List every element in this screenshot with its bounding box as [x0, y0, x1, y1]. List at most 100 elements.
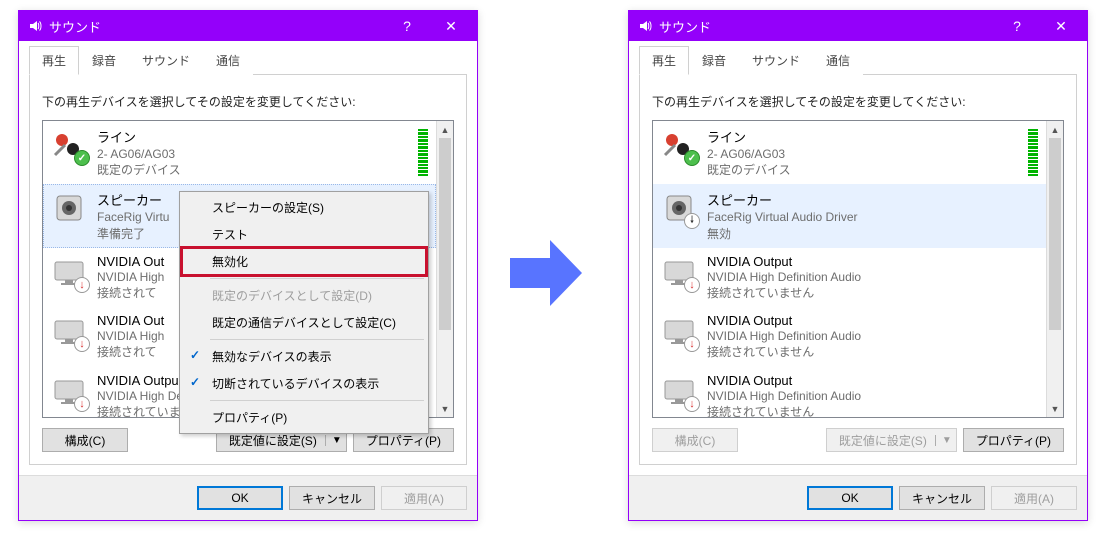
tab-strip: 再生 録音 サウンド 通信 [29, 45, 467, 75]
scroll-down-icon[interactable]: ▼ [437, 400, 453, 417]
device-subtitle: NVIDIA High Definition Audio [707, 328, 1038, 344]
unplugged-badge-icon [684, 336, 700, 352]
help-button[interactable]: ? [385, 12, 429, 40]
check-badge-icon [74, 150, 90, 166]
configure-button: 構成(C) [652, 428, 738, 452]
device-status: 接続されていません [707, 404, 1038, 417]
device-item[interactable]: NVIDIA OutputNVIDIA High Definition Audi… [653, 248, 1046, 307]
unplugged-badge-icon [74, 396, 90, 412]
menu-item[interactable]: 無効化 [182, 248, 426, 275]
unplugged-badge-icon [74, 336, 90, 352]
menu-item[interactable]: テスト [182, 221, 426, 248]
tab-sounds[interactable]: サウンド [739, 46, 813, 75]
device-item[interactable]: スピーカーFaceRig Virtual Audio Driver無効 [653, 184, 1046, 247]
unplugged-badge-icon [74, 277, 90, 293]
tab-sounds[interactable]: サウンド [129, 46, 203, 75]
device-icon [661, 190, 697, 226]
device-icon [51, 313, 87, 349]
menu-item[interactable]: 切断されているデバイスの表示✓ [182, 370, 426, 397]
device-icon [661, 373, 697, 409]
tab-playback[interactable]: 再生 [639, 46, 689, 75]
device-icon [661, 127, 697, 163]
device-name: スピーカー [707, 190, 1038, 209]
device-item[interactable]: ライン2- AG06/AG03既定のデバイス [653, 121, 1046, 184]
help-button[interactable]: ? [995, 12, 1039, 40]
scrollbar[interactable]: ▲ ▼ [1046, 121, 1063, 417]
device-item[interactable]: ライン2- AG06/AG03既定のデバイス [43, 121, 436, 184]
apply-button: 適用(A) [381, 486, 467, 510]
scrollbar-thumb[interactable] [439, 138, 451, 330]
tab-recording[interactable]: 録音 [689, 46, 739, 75]
sound-dialog-after: サウンド ? ✕ 再生 録音 サウンド 通信 下の再生デバイスを選択してその設定… [628, 10, 1088, 521]
menu-separator [210, 278, 424, 279]
disabled-badge-icon [684, 213, 700, 229]
sound-dialog-before: サウンド ? ✕ 再生 録音 サウンド 通信 下の再生デバイスを選択してその設定… [18, 10, 478, 521]
menu-item[interactable]: 既定の通信デバイスとして設定(C) [182, 309, 426, 336]
device-item[interactable]: NVIDIA OutputNVIDIA High Definition Audi… [653, 367, 1046, 418]
titlebar[interactable]: サウンド ? ✕ [629, 11, 1087, 41]
titlebar[interactable]: サウンド ? ✕ [19, 11, 477, 41]
device-name: ライン [97, 127, 418, 146]
device-subtitle: 2- AG06/AG03 [97, 146, 418, 162]
device-item[interactable]: NVIDIA OutputNVIDIA High Definition Audi… [653, 307, 1046, 366]
check-icon: ✓ [190, 375, 200, 389]
tab-strip: 再生 録音 サウンド 通信 [639, 45, 1077, 75]
tab-recording[interactable]: 録音 [79, 46, 129, 75]
scrollbar-thumb[interactable] [1049, 138, 1061, 330]
window-title: サウンド [659, 17, 995, 36]
arrow-right-icon [510, 240, 582, 306]
set-default-button: 既定値に設定(S)▼ [826, 428, 957, 452]
unplugged-badge-icon [684, 277, 700, 293]
instruction-text: 下の再生デバイスを選択してその設定を変更してください: [42, 93, 454, 110]
device-list[interactable]: ライン2- AG06/AG03既定のデバイススピーカーFaceRig Virtu… [652, 120, 1064, 418]
device-status: 既定のデバイス [707, 162, 1028, 178]
vu-meter [418, 127, 428, 178]
tab-communications[interactable]: 通信 [203, 46, 253, 75]
context-menu[interactable]: スピーカーの設定(S)テスト無効化既定のデバイスとして設定(D)既定の通信デバイ… [179, 191, 429, 434]
cancel-button[interactable]: キャンセル [899, 486, 985, 510]
instruction-text: 下の再生デバイスを選択してその設定を変更してください: [652, 93, 1064, 110]
cancel-button[interactable]: キャンセル [289, 486, 375, 510]
sound-icon [637, 18, 653, 34]
menu-item[interactable]: 無効なデバイスの表示✓ [182, 343, 426, 370]
menu-separator [210, 339, 424, 340]
ok-button[interactable]: OK [197, 486, 283, 510]
device-status: 接続されていません [707, 344, 1038, 360]
close-button[interactable]: ✕ [1039, 12, 1083, 40]
tab-communications[interactable]: 通信 [813, 46, 863, 75]
apply-button: 適用(A) [991, 486, 1077, 510]
device-icon [51, 254, 87, 290]
device-icon [661, 313, 697, 349]
unplugged-badge-icon [684, 396, 700, 412]
window-title: サウンド [49, 17, 385, 36]
menu-separator [210, 400, 424, 401]
device-icon [51, 127, 87, 163]
device-name: ライン [707, 127, 1028, 146]
device-name: NVIDIA Output [707, 254, 1038, 269]
menu-item[interactable]: スピーカーの設定(S) [182, 194, 426, 221]
properties-button[interactable]: プロパティ(P) [963, 428, 1064, 452]
sound-icon [27, 18, 43, 34]
configure-button[interactable]: 構成(C) [42, 428, 128, 452]
device-icon [661, 254, 697, 290]
menu-item: 既定のデバイスとして設定(D) [182, 282, 426, 309]
scrollbar[interactable]: ▲ ▼ [436, 121, 453, 417]
close-button[interactable]: ✕ [429, 12, 473, 40]
device-name: NVIDIA Output [707, 313, 1038, 328]
scroll-down-icon[interactable]: ▼ [1047, 400, 1063, 417]
tab-playback[interactable]: 再生 [29, 46, 79, 75]
device-status: 既定のデバイス [97, 162, 418, 178]
ok-button[interactable]: OK [807, 486, 893, 510]
device-name: NVIDIA Output [707, 373, 1038, 388]
menu-item[interactable]: プロパティ(P) [182, 404, 426, 431]
scroll-up-icon[interactable]: ▲ [1047, 121, 1063, 138]
device-subtitle: FaceRig Virtual Audio Driver [707, 209, 1038, 225]
scroll-up-icon[interactable]: ▲ [437, 121, 453, 138]
check-badge-icon [684, 150, 700, 166]
check-icon: ✓ [190, 348, 200, 362]
device-icon [51, 373, 87, 409]
device-icon [51, 190, 87, 226]
device-status: 接続されていません [707, 285, 1038, 301]
device-subtitle: NVIDIA High Definition Audio [707, 269, 1038, 285]
vu-meter [1028, 127, 1038, 178]
